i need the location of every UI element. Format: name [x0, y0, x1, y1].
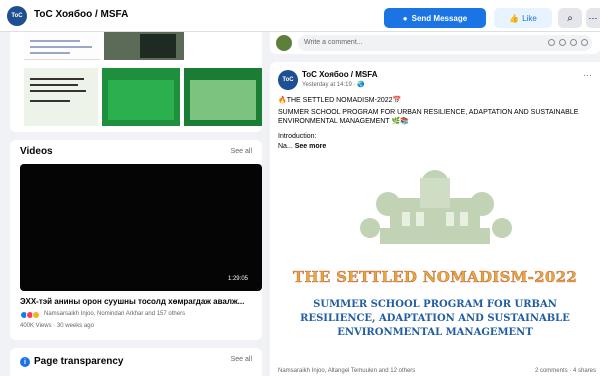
post-text-line: 🔥THE SETTLED NOMADISM-2022📅 [278, 97, 402, 104]
emoji-icon[interactable] [548, 39, 555, 46]
more-icon: ⋯ [588, 12, 598, 23]
comment-tools [548, 39, 588, 46]
send-message-label: Send Message [411, 13, 468, 23]
reaction-icons [20, 311, 40, 319]
post-card: ToC ToC Хоябоо / MSFA Yesterday at 14:19… [270, 62, 600, 376]
photo-thumbnail[interactable] [102, 68, 180, 126]
page-name[interactable]: ToC Хоябоо / MSFA [34, 9, 128, 20]
search-icon: ⌕ [567, 12, 573, 24]
photo-text-line [30, 84, 78, 86]
post-reactions-summary[interactable]: Namsaraikh Injoo, Altangel Temuulen and … [278, 368, 415, 374]
photo-thumbnail[interactable] [24, 32, 100, 60]
like-button[interactable]: 👍 Like [494, 8, 552, 28]
post-text-line: SUMMER SCHOOL PROGRAM FOR URBAN RESILIEN… [278, 109, 579, 125]
photo-text-line [30, 40, 80, 42]
post-options-icon[interactable]: ··· [583, 70, 592, 80]
photo-thumbnail[interactable] [184, 68, 262, 126]
thumbs-up-icon: 👍 [509, 13, 520, 23]
post-image[interactable]: THE SETTLED NOMADISM-2022 SUMMER SCHOOL … [270, 158, 600, 368]
page-transparency-title: Page transparency [34, 356, 124, 367]
photo-text-line [30, 78, 84, 80]
video-thumbnail[interactable] [20, 164, 262, 291]
post-author-avatar[interactable]: ToC [278, 70, 298, 90]
messenger-icon: ● [402, 13, 408, 23]
gif-icon[interactable] [570, 39, 577, 46]
videos-card: Videos See all 1:29:05 ЭХХ-тэй анины оро… [10, 140, 262, 340]
videos-title: Videos [20, 146, 53, 157]
video-meta: 400K Views · 30 weeks ago [20, 323, 94, 329]
photo-inner [190, 80, 256, 120]
photo-text-line [30, 90, 86, 92]
top-bar: ToC ToC Хоябоо / MSFA ● Send Message 👍 L… [0, 0, 600, 32]
video-title[interactable]: ЭХХ-тэй анины орон суушны тосолд хөмрагд… [20, 297, 264, 306]
photo-text-line [30, 52, 70, 54]
videos-see-all-link[interactable]: See all [231, 148, 252, 155]
poster-subtitle-line: RESILIENCE, ADAPTATION AND SUSTAINABLE [300, 313, 570, 324]
video-reactors[interactable]: Namsarsaikh Injoo, Nomindari Arkhar and … [44, 311, 185, 317]
photo-thumbnail[interactable] [24, 68, 98, 126]
haha-reaction-icon [32, 311, 40, 319]
poster-subtitle-line: ENVIRONMENTAL MANAGEMENT [337, 327, 533, 338]
photo-thumbnail-overlay [140, 34, 176, 58]
post-timestamp[interactable]: Yesterday at 14:19 · 🌏 [302, 81, 365, 88]
photo-text-line [30, 100, 70, 102]
post-text-prefix: Na... [278, 143, 293, 150]
photos-card [10, 32, 262, 132]
post-author-name[interactable]: ToC Хоябоо / MSFA [302, 70, 377, 79]
more-button[interactable]: ⋯ [586, 8, 600, 28]
page-transparency-card: i Page transparency See all [10, 348, 262, 376]
camera-icon[interactable] [559, 39, 566, 46]
poster-title: THE SETTLED NOMADISM-2022 [292, 268, 578, 286]
photo-text-line [30, 46, 92, 48]
post-engagement-summary[interactable]: 2 comments · 4 shares [535, 368, 596, 374]
poster-subtitle: SUMMER SCHOOL PROGRAM FOR URBAN RESILIEN… [270, 298, 600, 340]
comment-box: Write a comment... [270, 32, 600, 54]
transparency-see-all-link[interactable]: See all [231, 356, 252, 363]
like-label: Like [522, 13, 537, 23]
see-more-link[interactable]: See more [295, 143, 327, 150]
sticker-icon[interactable] [581, 39, 588, 46]
user-avatar[interactable] [276, 35, 292, 51]
photo-inner [108, 80, 174, 120]
send-message-button[interactable]: ● Send Message [384, 8, 486, 28]
info-icon: i [20, 357, 30, 367]
page-avatar[interactable]: ToC [7, 6, 27, 26]
video-duration: 1:29:05 [227, 276, 248, 282]
post-text-truncated: Na... See more [278, 142, 594, 151]
search-button[interactable]: ⌕ [558, 8, 582, 28]
post-text-line: Introduction: [278, 133, 317, 140]
poster-subtitle-line: SUMMER SCHOOL PROGRAM FOR URBAN [313, 299, 557, 310]
